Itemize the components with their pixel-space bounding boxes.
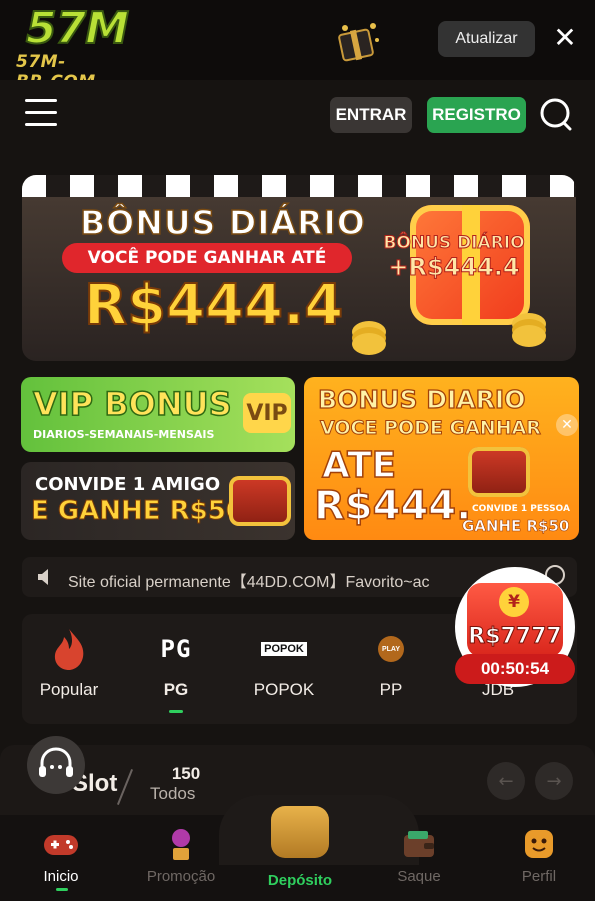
register-button[interactable]: REGISTRO	[427, 97, 526, 133]
active-nav-indicator	[56, 888, 68, 891]
nav-label: Inicio	[43, 868, 79, 885]
nav-label: Saque	[397, 868, 441, 885]
close-icon[interactable]: ✕	[553, 24, 577, 52]
popok-logo-icon: POPOK	[244, 624, 324, 674]
countdown-timer: 00:50:54	[455, 654, 575, 684]
nav-label: Promoção	[146, 868, 216, 885]
category-popok[interactable]: POPOK POPOK	[244, 624, 324, 700]
gamepad-icon	[16, 826, 106, 862]
fire-icon	[29, 624, 109, 674]
coins-illustration	[512, 325, 546, 347]
treasure-chest-icon	[468, 447, 530, 497]
active-category-indicator	[169, 710, 183, 713]
awning-decoration	[22, 175, 576, 197]
category-pg[interactable]: PG PG	[136, 624, 216, 700]
daily-line4: R$444.	[313, 482, 472, 530]
money-bag-icon	[271, 806, 329, 858]
category-pp[interactable]: PLAY PP	[351, 624, 431, 700]
hero-title: BÔNUS DIÁRIO	[79, 202, 366, 243]
daily-tag2: GANHE R$50	[462, 517, 570, 536]
hero-side-line2: +R$444.4	[388, 253, 520, 282]
vip-title: VIP BONUS	[32, 384, 232, 424]
pg-logo-text: PG	[160, 635, 192, 663]
hero-subtitle: VOCÊ PODE GANHAR ATÉ	[62, 243, 352, 273]
nav-label: Perfil	[521, 868, 557, 885]
login-button[interactable]: ENTRAR	[330, 97, 412, 133]
pp-logo-text: PLAY	[378, 636, 404, 662]
arrow-right-icon[interactable]: →	[535, 762, 573, 800]
nav-label: Depósito	[267, 872, 333, 889]
menu-icon[interactable]	[25, 99, 57, 131]
gift-box-icon[interactable]	[333, 18, 383, 62]
wallet-icon	[374, 826, 464, 862]
category-popular[interactable]: Popular	[29, 624, 109, 700]
nav-perfil[interactable]: Perfil	[494, 826, 584, 885]
hero-amount: R$444.4	[83, 272, 344, 339]
arrow-left-icon[interactable]: ←	[487, 762, 525, 800]
nav-deposito[interactable]: Depósito	[255, 806, 345, 889]
category-label: PG	[163, 680, 189, 699]
invite-line1: CONVIDE 1 AMIGO	[35, 474, 221, 495]
profile-face-icon	[494, 826, 584, 862]
hero-side-text: BÔNUS DIÁRIO +R$444.4	[374, 233, 534, 282]
support-headset-icon[interactable]	[27, 736, 85, 794]
popok-logo-text: POPOK	[261, 642, 307, 656]
hero-side-line1: BÔNUS DIÁRIO	[383, 233, 525, 254]
daily-line1: BONUS DIARIO	[317, 384, 526, 414]
coin-icon: ¥	[499, 587, 529, 617]
coins-illustration	[352, 333, 386, 355]
treasure-chest-icon	[229, 476, 291, 526]
pp-play-icon: PLAY	[351, 624, 431, 674]
category-label: Popular	[39, 680, 99, 699]
vip-badge-icon: VIP	[243, 393, 291, 433]
section-filter[interactable]: Todos	[150, 784, 195, 804]
invite-friend-card[interactable]: CONVIDE 1 AMIGO E GANHE R$50	[21, 462, 295, 540]
hero-banner[interactable]: BÔNUS DIÁRIO VOCÊ PODE GANHAR ATÉ R$444.…	[22, 175, 576, 361]
invite-line2: E GANHE R$50	[31, 496, 245, 527]
vip-subtitle: DIARIOS-SEMANAIS-MENSAIS	[33, 428, 215, 441]
floating-promo-amount: R$7777	[468, 624, 562, 650]
daily-line3: ATE	[321, 444, 397, 487]
close-icon[interactable]: ✕	[556, 414, 578, 436]
brand-logo[interactable]: 57M 57M-BR.COM	[16, 3, 141, 93]
daily-tag1: CONVIDE 1 PESSOA	[472, 504, 570, 514]
daily-line2: VOCE PODE GANHAR	[320, 417, 542, 440]
nav-saque[interactable]: Saque	[374, 826, 464, 885]
update-button[interactable]: Atualizar	[438, 21, 535, 57]
search-icon[interactable]	[538, 96, 574, 132]
category-label: PP	[379, 680, 403, 699]
nav-promocao[interactable]: Promoção	[136, 826, 226, 885]
speaker-icon	[36, 568, 56, 586]
daily-bonus-card[interactable]: BONUS DIARIO VOCE PODE GANHAR ATE R$444.…	[304, 377, 579, 540]
nav-inicio[interactable]: Inicio	[16, 826, 106, 885]
vip-bonus-card[interactable]: VIP BONUS DIARIOS-SEMANAIS-MENSAIS VIP	[21, 377, 295, 452]
game-count: 150	[171, 764, 201, 783]
logo-text: 57M	[25, 3, 130, 54]
pg-logo-icon: PG	[136, 624, 216, 674]
gift-balloon-icon	[136, 826, 226, 862]
category-label: POPOK	[253, 680, 315, 699]
